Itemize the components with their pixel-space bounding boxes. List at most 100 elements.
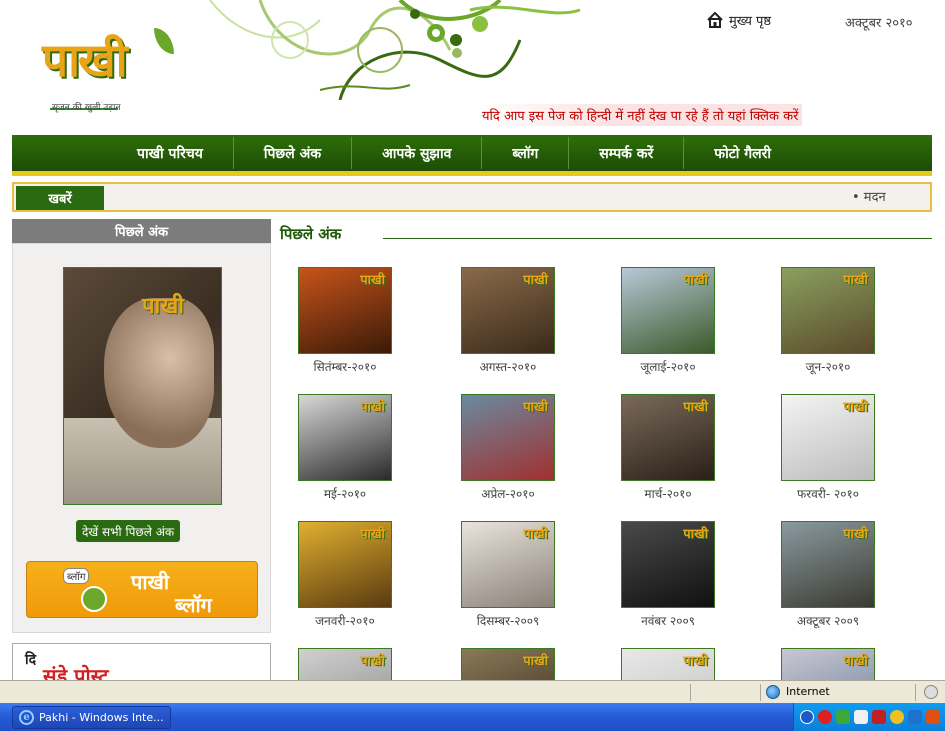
thumbnail-logo: पाखी	[683, 273, 708, 288]
see-all-issues-button[interactable]: देखें सभी पिछले अंक	[76, 520, 181, 542]
issue-cover-thumbnail[interactable]: पाखी	[461, 521, 555, 608]
browser-status-bar: Internet	[0, 680, 945, 703]
issue-caption[interactable]: जूलाई-२०१०	[603, 358, 733, 375]
current-issue-cover[interactable]: पाखी	[63, 267, 222, 505]
browser-viewport: पाखी सृजन की खुली उड़ान मुख्य पृष्ठ अक्ट…	[0, 0, 945, 680]
opera-icon[interactable]	[818, 710, 832, 724]
issue-item[interactable]: पाखी अगस्त-२०१०	[443, 267, 573, 375]
nav-item[interactable]: सम्पर्क करें	[569, 137, 685, 169]
issue-item[interactable]: पाखी फरवरी- २०१०	[763, 394, 893, 502]
taskbar-ie-window[interactable]: e Pakhi - Windows Inte...	[12, 706, 171, 729]
windows-taskbar: e Pakhi - Windows Inte...	[0, 703, 945, 731]
nav-item[interactable]: पिछले अंक	[234, 137, 353, 169]
home-icon	[707, 11, 723, 28]
issue-item[interactable]: पाखी अप्रेल-२०१०	[443, 394, 573, 502]
issue-caption[interactable]: नवंबर २००९	[603, 612, 733, 629]
issue-item[interactable]: पाखी जूलाई-२०१०	[603, 267, 733, 375]
issue-caption[interactable]: अगस्त-२०१०	[443, 358, 573, 375]
sidebar-heading: पिछले अंक	[12, 219, 271, 243]
ad-prefix: दि	[25, 652, 37, 668]
issue-caption[interactable]: दिसम्बर-२००९	[443, 612, 573, 629]
issue-cover-thumbnail[interactable]: पाखी	[781, 394, 875, 481]
thumbnail-logo: पाखी	[683, 400, 708, 415]
issue-cover-thumbnail[interactable]: पाखी	[621, 267, 715, 354]
issue-cover-thumbnail[interactable]: पाखी	[298, 394, 392, 481]
skype-icon[interactable]	[908, 710, 922, 724]
status-separator	[690, 684, 691, 701]
sidebar-panel: पाखी देखें सभी पिछले अंक ब्लॉग पाखी ब्लॉ…	[12, 243, 271, 633]
hindi-font-notice-link[interactable]: यदि आप इस पेज को हिन्दी में नहीं देख पा …	[478, 104, 803, 126]
nav-item[interactable]: आपके सुझाव	[352, 137, 483, 169]
main-heading: पिछले अंक	[280, 225, 342, 243]
issue-cover-thumbnail[interactable]: पाखी	[781, 648, 875, 680]
logo-tagline: सृजन की खुली उड़ान	[52, 103, 121, 113]
internet-explorer-icon: e	[19, 710, 34, 725]
thumbnail-logo: पाखी	[523, 654, 548, 669]
issue-caption[interactable]: जनवरी-२०१०	[280, 612, 410, 629]
messenger-icon[interactable]	[854, 710, 868, 724]
tray-arrow-icon[interactable]	[800, 710, 814, 724]
smiley-icon[interactable]	[890, 710, 904, 724]
issue-cover-thumbnail[interactable]: पाखी	[461, 394, 555, 481]
status-separator	[760, 684, 761, 701]
issue-cover-thumbnail[interactable]: पाखी	[781, 267, 875, 354]
issue-item[interactable]: पाखी सितंम्बर-२०१०	[280, 267, 410, 375]
issue-caption[interactable]: मई-२०१०	[280, 485, 410, 502]
issue-item[interactable]: पाखी दिसम्बर-२००९	[443, 521, 573, 629]
thumbnail-logo: पाखी	[360, 654, 385, 669]
leaf-icon	[154, 28, 174, 54]
issue-item[interactable]: पाखी	[763, 648, 893, 680]
issue-item[interactable]: पाखी जनवरी-२०१०	[280, 521, 410, 629]
issue-item[interactable]: पाखी	[280, 648, 410, 680]
issue-item[interactable]: पाखी	[603, 648, 733, 680]
ad-title: संडे पोस्ट	[43, 664, 109, 680]
issue-cover-thumbnail[interactable]: पाखी	[621, 521, 715, 608]
nav-item[interactable]: पाखी परिचय	[107, 137, 234, 169]
nav-item[interactable]: फोटो गैलरी	[684, 137, 801, 169]
nav-item[interactable]: ब्लॉग	[482, 137, 570, 169]
network-icon[interactable]	[836, 710, 850, 724]
thumbnail-logo: पाखी	[843, 400, 868, 415]
issue-item[interactable]: पाखी नवंबर २००९	[603, 521, 733, 629]
main-nav: पाखी परिचय पिछले अंक आपके सुझाव ब्लॉग सम्पर्…	[12, 135, 932, 176]
issue-cover-thumbnail[interactable]: पाखी	[621, 648, 715, 680]
ticker-text[interactable]: • मदन	[852, 187, 886, 205]
thumbnail-logo: पाखी	[843, 654, 868, 669]
issue-cover-thumbnail[interactable]: पाखी	[621, 394, 715, 481]
issue-item[interactable]: पाखी अक्टूबर २००९	[763, 521, 893, 629]
taskbar-window-title: Pakhi - Windows Inte...	[39, 711, 164, 724]
issue-caption[interactable]: सितंम्बर-२०१०	[280, 358, 410, 375]
issue-item[interactable]: पाखी मार्च-२०१०	[603, 394, 733, 502]
pakhi-logo[interactable]: पाखी सृजन की खुली उड़ान	[42, 28, 182, 116]
security-shield-icon[interactable]	[926, 710, 940, 724]
thumbnail-logo: पाखी	[683, 527, 708, 542]
issue-cover-thumbnail[interactable]: पाखी	[461, 648, 555, 680]
internet-zone-icon	[766, 685, 780, 699]
thumbnail-logo: पाखी	[523, 273, 548, 288]
sunday-post-ad[interactable]: दि संडे पोस्ट	[12, 643, 271, 680]
thumbnail-logo: पाखी	[523, 527, 548, 542]
thumbnail-logo: पाखी	[843, 527, 868, 542]
issue-item[interactable]: पाखी मई-२०१०	[280, 394, 410, 502]
issue-cover-thumbnail[interactable]: पाखी	[781, 521, 875, 608]
issue-caption[interactable]: फरवरी- २०१०	[763, 485, 893, 502]
zoom-icon[interactable]	[924, 685, 938, 699]
issue-cover-thumbnail[interactable]: पाखी	[298, 267, 392, 354]
issue-caption[interactable]: अक्टूबर २००९	[763, 612, 893, 629]
home-link[interactable]: मुख्य पृष्ठ	[706, 11, 771, 29]
blog-subtitle: ब्लॉग	[175, 593, 212, 617]
blog-button[interactable]: ब्लॉग पाखी ब्लॉग	[26, 561, 258, 618]
issue-caption[interactable]: जून-२०१०	[763, 358, 893, 375]
issue-caption[interactable]: मार्च-२०१०	[603, 485, 733, 502]
issue-caption[interactable]: अप्रेल-२०१०	[443, 485, 573, 502]
issue-cover-thumbnail[interactable]: पाखी	[461, 267, 555, 354]
issue-cover-thumbnail[interactable]: पाखी	[298, 648, 392, 680]
issue-cover-thumbnail[interactable]: पाखी	[298, 521, 392, 608]
issue-item[interactable]: पाखी जून-२०१०	[763, 267, 893, 375]
thumbnail-logo: पाखी	[360, 400, 385, 415]
thumbnail-logo: पाखी	[360, 527, 385, 542]
zone-label: Internet	[786, 685, 830, 698]
home-link-label: मुख्य पृष्ठ	[729, 14, 772, 29]
issue-item[interactable]: पाखी	[443, 648, 573, 680]
antivirus-icon[interactable]	[872, 710, 886, 724]
